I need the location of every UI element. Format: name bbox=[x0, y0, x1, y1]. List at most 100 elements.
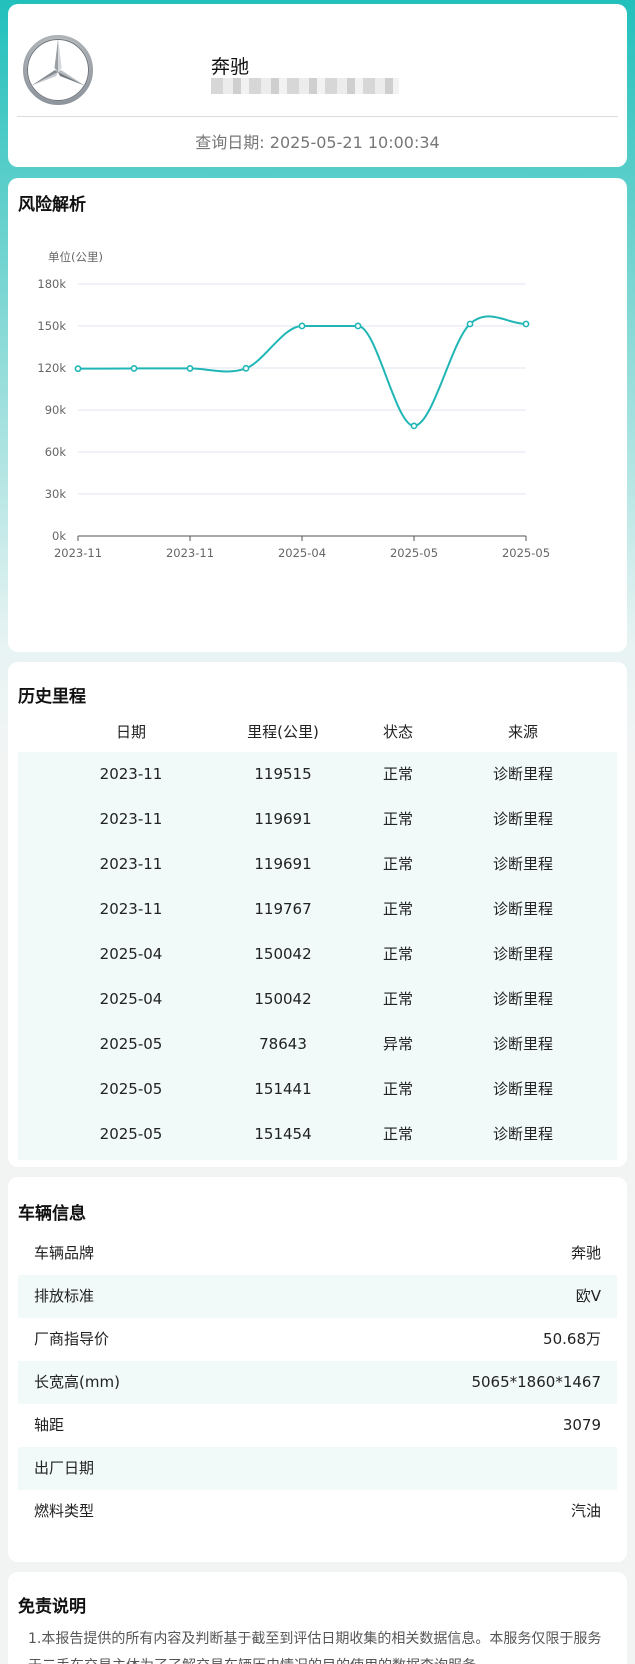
cell-mileage: 119691 bbox=[254, 855, 312, 873]
chart-unit-label: 单位(公里) bbox=[48, 250, 103, 264]
column-header-mileage: 里程(公里) bbox=[247, 723, 319, 741]
info-row-wheelbase: 轴距 3079 bbox=[18, 1404, 617, 1447]
column-header-status: 状态 bbox=[382, 723, 413, 741]
cell-source: 诊断里程 bbox=[492, 765, 553, 783]
cell-status: 正常 bbox=[382, 1080, 413, 1098]
cell-status: 正常 bbox=[382, 945, 413, 963]
info-key: 轴距 bbox=[34, 1416, 65, 1434]
info-row-price: 厂商指导价 50.68万 bbox=[18, 1318, 617, 1361]
cell-source: 诊断里程 bbox=[492, 990, 553, 1008]
chart-data-point bbox=[354, 322, 362, 330]
info-row-fuel-type: 燃料类型 汽油 bbox=[18, 1490, 617, 1533]
cell-source: 诊断里程 bbox=[492, 1125, 553, 1143]
history-table-header: 日期 里程(公里) 状态 来源 bbox=[8, 720, 627, 744]
chart-y-tick-label: 90k bbox=[45, 403, 67, 417]
divider bbox=[17, 116, 618, 117]
table-row: 2023-11 119515 正常 诊断里程 bbox=[18, 752, 617, 797]
cell-date: 2025-04 bbox=[99, 945, 163, 963]
info-key: 车辆品牌 bbox=[34, 1244, 95, 1262]
info-key: 厂商指导价 bbox=[34, 1330, 110, 1348]
cell-mileage: 119691 bbox=[254, 810, 312, 828]
report-header-card: 奔驰 查询日期: 2025-05-21 10:00:34 bbox=[8, 4, 627, 167]
table-row: 2025-05 78643 异常 诊断里程 bbox=[18, 1022, 617, 1067]
cell-status: 正常 bbox=[382, 900, 413, 918]
info-key: 出厂日期 bbox=[34, 1459, 95, 1477]
cell-mileage: 119515 bbox=[254, 765, 312, 783]
chart-x-tick-label: 2023-11 bbox=[54, 546, 102, 560]
info-value: 汽油 bbox=[570, 1502, 601, 1520]
risk-analysis-card: 风险解析 单位(公里) 0k 30k 60k 90k 120k 150k 180k 2023-1… bbox=[8, 178, 627, 652]
history-table-body: 2023-11 119515 正常 诊断里程 2023-11 119691 正常… bbox=[18, 752, 617, 1160]
section-title-disclaimer: 免责说明 bbox=[18, 1597, 86, 1617]
cell-status: 正常 bbox=[382, 855, 413, 873]
cell-date: 2023-11 bbox=[99, 900, 163, 918]
info-value: 欧Ⅴ bbox=[575, 1287, 601, 1305]
vehicle-info-card: 车辆信息 车辆品牌 奔驰 排放标准 欧Ⅴ 厂商指导价 50.68万 长宽高(mm… bbox=[8, 1177, 627, 1562]
chart-x-tick-label: 2025-05 bbox=[390, 546, 438, 560]
cell-source: 诊断里程 bbox=[492, 1035, 553, 1053]
table-row: 2025-04 150042 正常 诊断里程 bbox=[18, 977, 617, 1022]
cell-source: 诊断里程 bbox=[492, 810, 553, 828]
cell-date: 2025-05 bbox=[99, 1035, 163, 1053]
table-row: 2025-05 151441 正常 诊断里程 bbox=[18, 1067, 617, 1112]
chart-y-tick-label: 180k bbox=[37, 277, 66, 291]
cell-source: 诊断里程 bbox=[492, 900, 553, 918]
table-row: 2025-05 151454 正常 诊断里程 bbox=[18, 1112, 617, 1157]
cell-source: 诊断里程 bbox=[492, 945, 553, 963]
table-row: 2023-11 119691 正常 诊断里程 bbox=[18, 797, 617, 842]
chart-y-tick-label: 0k bbox=[52, 529, 66, 543]
cell-mileage: 151454 bbox=[254, 1125, 312, 1143]
chart-data-point bbox=[130, 365, 138, 372]
mileage-line-chart: 单位(公里) 0k 30k 60k 90k 120k 150k 180k 2023-11 2023… bbox=[37, 250, 550, 560]
info-row-dimensions: 长宽高(mm) 5065*1860*1467 bbox=[18, 1361, 617, 1404]
cell-date: 2023-11 bbox=[99, 810, 163, 828]
cell-mileage: 150042 bbox=[254, 990, 312, 1008]
info-row-brand: 车辆品牌 奔驰 bbox=[18, 1232, 617, 1275]
section-title-history: 历史里程 bbox=[18, 687, 86, 707]
cell-status: 正常 bbox=[382, 765, 413, 783]
info-value: 3079 bbox=[562, 1416, 601, 1434]
column-header-date: 日期 bbox=[115, 723, 146, 741]
cell-mileage: 150042 bbox=[254, 945, 312, 963]
cell-date: 2025-04 bbox=[99, 990, 163, 1008]
query-date-text: 查询日期: 2025-05-21 10:00:34 bbox=[195, 133, 440, 152]
info-value: 50.68万 bbox=[543, 1330, 601, 1348]
chart-data-point bbox=[186, 365, 194, 372]
chart-y-tick-label: 120k bbox=[37, 361, 66, 375]
cell-status: 异常 bbox=[382, 1035, 413, 1053]
cell-source: 诊断里程 bbox=[492, 1080, 553, 1098]
cell-date: 2023-11 bbox=[99, 765, 163, 783]
chart-data-point bbox=[522, 320, 530, 328]
info-row-production-date: 出厂日期 bbox=[18, 1447, 617, 1490]
history-mileage-card: 历史里程 日期 里程(公里) 状态 来源 2023-11 119515 正常 诊… bbox=[8, 662, 627, 1167]
info-value: 5065*1860*1467 bbox=[471, 1373, 601, 1391]
cell-source: 诊断里程 bbox=[492, 855, 553, 873]
chart-x-tick-label: 2025-04 bbox=[278, 546, 326, 560]
chart-data-point bbox=[298, 322, 306, 330]
chart-data-point bbox=[242, 364, 250, 372]
chart-series-line bbox=[77, 315, 527, 427]
cell-status: 正常 bbox=[382, 1125, 413, 1143]
cell-mileage: 78643 bbox=[259, 1035, 307, 1053]
mercedes-logo-icon bbox=[23, 35, 93, 105]
chart-x-tick-label: 2025-05 bbox=[502, 546, 550, 560]
cell-status: 正常 bbox=[382, 990, 413, 1008]
chart-y-tick-label: 60k bbox=[45, 445, 67, 459]
info-row-emission: 排放标准 欧Ⅴ bbox=[18, 1275, 617, 1318]
chart-data-point bbox=[410, 422, 418, 430]
chart-y-tick-label: 150k bbox=[37, 319, 66, 333]
disclaimer-text: 1.本报告提供的所有内容及判断基于截至到评估日期收集的相关数据信息。本服务仅限于… bbox=[28, 1631, 602, 1664]
masked-vin-placeholder bbox=[211, 78, 399, 94]
column-header-source: 来源 bbox=[507, 723, 538, 741]
disclaimer-card: 免责说明 1.本报告提供的所有内容及判断基于截至到评估日期收集的相关数据信息。本… bbox=[8, 1572, 627, 1664]
chart-x-tick-label: 2023-11 bbox=[166, 546, 214, 560]
chart-data-point bbox=[74, 365, 82, 373]
section-title-vehicle: 车辆信息 bbox=[18, 1204, 86, 1224]
info-key: 排放标准 bbox=[34, 1287, 95, 1305]
info-value: 奔驰 bbox=[570, 1244, 601, 1262]
vehicle-brand-name: 奔驰 bbox=[211, 56, 250, 78]
cell-status: 正常 bbox=[382, 810, 413, 828]
chart-data-point bbox=[466, 320, 474, 328]
cell-date: 2025-05 bbox=[99, 1080, 163, 1098]
chart-y-tick-label: 30k bbox=[45, 487, 67, 501]
